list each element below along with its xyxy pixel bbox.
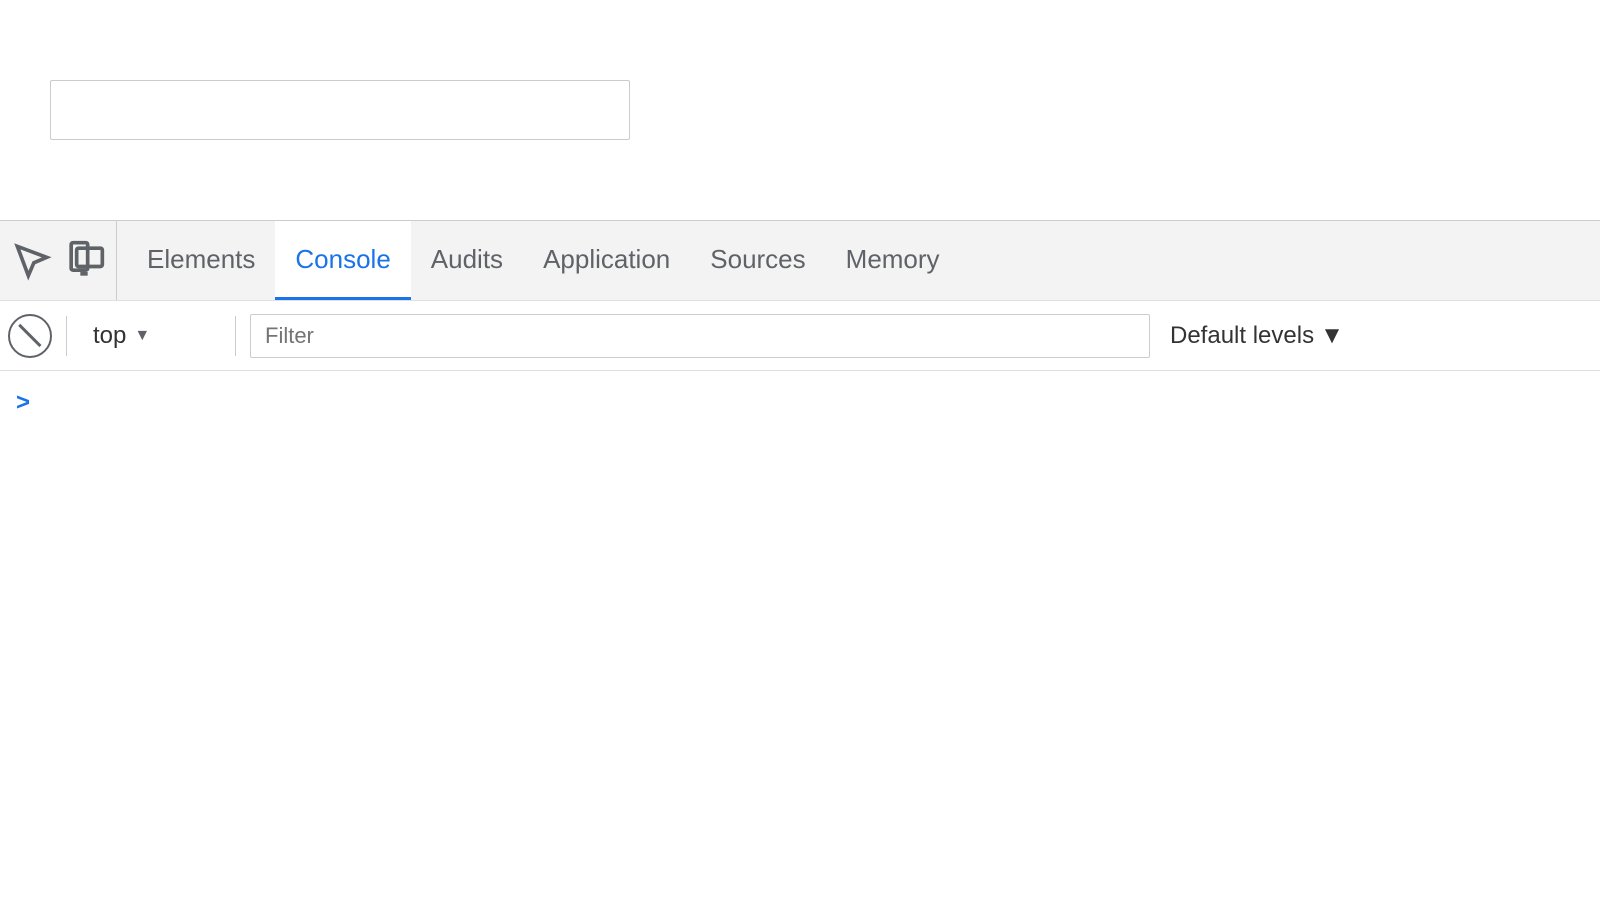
default-levels-label: Default levels <box>1170 322 1314 350</box>
device-toolbar-button[interactable] <box>62 239 106 283</box>
tab-memory[interactable]: Memory <box>826 221 960 300</box>
context-chevron-icon: ▼ <box>134 327 150 345</box>
console-prompt-row: > <box>0 371 1600 435</box>
prompt-arrow-icon: > <box>16 389 30 417</box>
divider-2 <box>235 316 236 356</box>
tab-audits[interactable]: Audits <box>411 221 523 300</box>
tab-icons <box>0 221 117 300</box>
default-levels-chevron-icon: ▼ <box>1320 322 1344 350</box>
tab-application[interactable]: Application <box>523 221 690 300</box>
clear-console-button[interactable] <box>8 314 52 358</box>
tabs-list: Elements Console Audits Application Sour… <box>127 221 1600 300</box>
filter-input[interactable] <box>250 314 1150 358</box>
context-selector[interactable]: top ▼ <box>81 316 221 356</box>
context-value: top <box>93 322 126 350</box>
inspect-element-icon <box>10 239 54 283</box>
device-toolbar-icon <box>62 239 106 283</box>
devtools-panel: Elements Console Audits Application Sour… <box>0 220 1600 901</box>
toolbar-row: top ▼ Default levels ▼ <box>0 301 1600 371</box>
tab-bar: Elements Console Audits Application Sour… <box>0 221 1600 301</box>
default-levels-button[interactable]: Default levels ▼ <box>1158 316 1356 356</box>
tab-elements[interactable]: Elements <box>127 221 275 300</box>
url-input[interactable] <box>50 80 630 140</box>
tab-sources[interactable]: Sources <box>690 221 825 300</box>
console-content: > <box>0 371 1600 901</box>
top-area <box>0 0 1600 220</box>
tab-console[interactable]: Console <box>275 221 410 300</box>
divider <box>66 316 67 356</box>
inspect-element-button[interactable] <box>10 239 54 283</box>
